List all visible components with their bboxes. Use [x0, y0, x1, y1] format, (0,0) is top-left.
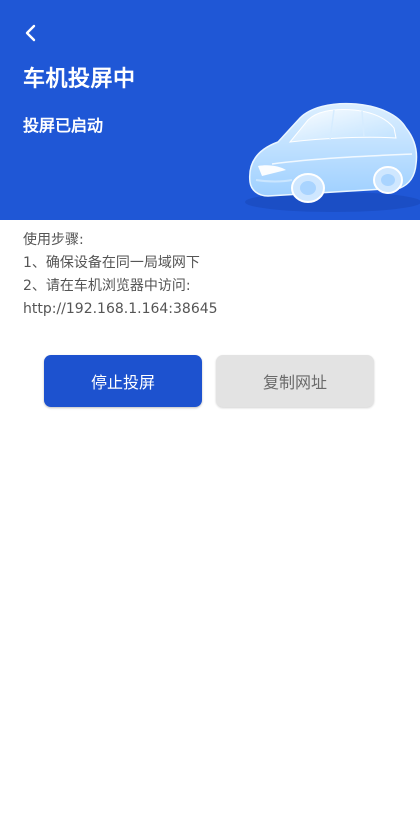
- instruction-step-2: 2、请在车机浏览器中访问:: [23, 278, 191, 294]
- chevron-left-icon: [25, 24, 36, 42]
- car-illustration: [245, 102, 420, 212]
- stop-cast-button[interactable]: 停止投屏: [44, 355, 202, 407]
- screen-cast-page: 车机投屏中 投屏已启动 使用步骤: 1、确保设备在同一局域网下 2、请在车机浏览…: [0, 0, 420, 826]
- copy-url-button[interactable]: 复制网址: [216, 355, 374, 407]
- instructions-heading: 使用步骤:: [23, 232, 84, 248]
- instruction-step-1: 1、确保设备在同一局域网下: [23, 255, 200, 271]
- instructions-block: 使用步骤: 1、确保设备在同一局域网下 2、请在车机浏览器中访问: http:/…: [23, 229, 403, 321]
- action-buttons: 停止投屏 复制网址: [44, 355, 374, 407]
- page-title: 车机投屏中: [23, 67, 136, 92]
- back-button[interactable]: [14, 16, 48, 50]
- cast-status-text: 投屏已启动: [23, 116, 104, 135]
- access-url: http://192.168.1.164:38645: [23, 301, 218, 317]
- header-banner: 车机投屏中 投屏已启动: [0, 0, 420, 220]
